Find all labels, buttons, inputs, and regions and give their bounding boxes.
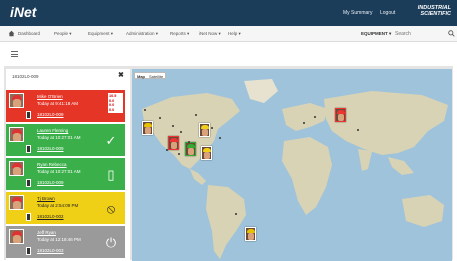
device-serial-link[interactable]: 18102L0-003 [37,248,64,253]
last-update-time: Today at 10:27:01 AM [37,169,81,174]
device-serial-link[interactable]: 18102L0-009 [37,146,64,151]
world-map[interactable] [132,69,452,261]
map-view[interactable]: Map Satellite [132,69,452,261]
africa [282,137,332,215]
panel-header-id: 18102L0-009 [12,74,39,79]
map-location-dot[interactable] [180,131,182,133]
person-card[interactable]: Mike O'Brien Today at 9:41:18 AM 18102L0… [6,90,125,122]
nav-administration[interactable]: Administration ▾ [126,31,158,37]
logout-link[interactable]: Logout [380,10,395,16]
last-update-time: Today at 9:41:18 AM [37,101,79,106]
map-location-dot[interactable] [195,114,197,116]
person-card[interactable]: Lauren Fleming Today at 10:27:01 AM 1810… [6,124,125,156]
south-america [206,185,246,259]
top-header-bar: iNet My Summary Logout INDUSTRIAL SCIENT… [0,0,457,26]
map-marker-person[interactable] [245,227,256,241]
search-icon[interactable] [448,30,455,37]
battery-icon: ▯ [107,166,115,182]
map-location-dot[interactable] [172,125,174,127]
nav-people[interactable]: People ▾ [54,31,72,37]
india [358,149,372,171]
asia [324,91,448,155]
person-name[interactable]: Lauren Fleming [37,128,68,133]
greenland [244,79,278,103]
map-marker-person[interactable] [335,108,346,122]
last-update-time: Today at 10:27:01 AM [37,135,81,140]
device-serial-link[interactable]: 18102L0-009 [37,112,64,117]
australia [402,195,444,227]
map-marker-person[interactable] [142,121,153,135]
avatar [9,127,24,142]
menu-toggle-icon[interactable] [11,51,18,58]
map-location-dot[interactable] [235,213,237,215]
europe [282,103,328,131]
avatar [9,161,24,176]
tab-map[interactable]: Map [135,73,147,79]
nav-equipment[interactable]: Equipment ▾ [88,31,113,37]
avatar [9,93,24,108]
equipment-select[interactable]: EQUIPMENT ▾ [361,31,391,37]
power-icon: ⏻ [105,234,117,250]
map-location-dot[interactable] [144,109,146,111]
search-input[interactable] [395,29,451,39]
person-card[interactable]: Ryan Rebecca Today at 10:27:01 AM 18102L… [6,158,125,190]
last-update-time: Today at 12:18:46 PM [37,237,81,242]
central-america [190,169,206,185]
checkmark-icon: ✓ [105,132,117,148]
map-location-dot[interactable] [211,127,213,129]
device-icon [26,111,31,119]
person-card[interactable]: Tj Brown Today at 2:54:09 PM 18102L0-002… [6,192,125,224]
map-marker-person[interactable] [185,142,196,156]
app-logo[interactable]: iNet [10,4,36,20]
avatar [9,195,24,210]
map-location-dot[interactable] [188,141,190,143]
north-america [142,93,240,169]
device-serial-link[interactable]: 18102L0-002 [37,214,64,219]
person-name[interactable]: Ryan Rebecca [37,162,67,167]
map-marker-person[interactable] [199,123,210,137]
home-icon[interactable] [8,30,15,37]
map-marker-person[interactable] [201,146,212,160]
map-location-dot[interactable] [357,129,359,131]
brand-logo: INDUSTRIAL SCIENTIFIC [399,5,451,17]
nav-reports[interactable]: Reports ▾ [170,31,189,37]
person-name[interactable]: Jeff Ryan [37,230,56,235]
no-signal-icon: ⦸ [106,200,116,216]
person-name[interactable]: Mike O'Brien [37,94,63,99]
nav-help[interactable]: Help ▾ [228,31,241,37]
map-location-dot[interactable] [219,137,221,139]
tab-satellite[interactable]: Satellite [147,73,165,79]
map-marker-person[interactable] [168,136,179,150]
close-icon[interactable]: ✖ [118,71,124,79]
device-icon [26,145,31,153]
gas-readings: 10.5 0.0 0.0 0.0 [108,93,123,114]
main-nav: Dashboard People ▾ Equipment ▾ Administr… [0,26,457,42]
person-card[interactable]: Jeff Ryan Today at 12:18:46 PM 18102L0-0… [6,226,125,258]
device-icon [26,179,31,187]
brand-line-2: SCIENTIFIC [420,11,451,17]
last-update-time: Today at 2:54:09 PM [37,203,79,208]
map-location-dot[interactable] [314,116,316,118]
nav-inet-now[interactable]: iNet Now ▾ [199,31,221,37]
nav-dashboard[interactable]: Dashboard [18,31,40,36]
map-location-dot[interactable] [159,117,161,119]
map-type-tabs: Map Satellite [134,72,167,79]
map-location-dot[interactable] [303,122,305,124]
device-icon [26,213,31,221]
my-summary-link[interactable]: My Summary [343,10,372,16]
avatar [9,229,24,244]
map-location-dot[interactable] [166,149,168,151]
device-serial-link[interactable]: 18102L0-009 [37,180,64,185]
person-name[interactable]: Tj Brown [37,196,55,201]
gas-reading-value: 0.0 [109,107,115,112]
southeast-asia [388,157,414,175]
device-icon [26,247,31,255]
map-location-dot[interactable] [178,153,180,155]
